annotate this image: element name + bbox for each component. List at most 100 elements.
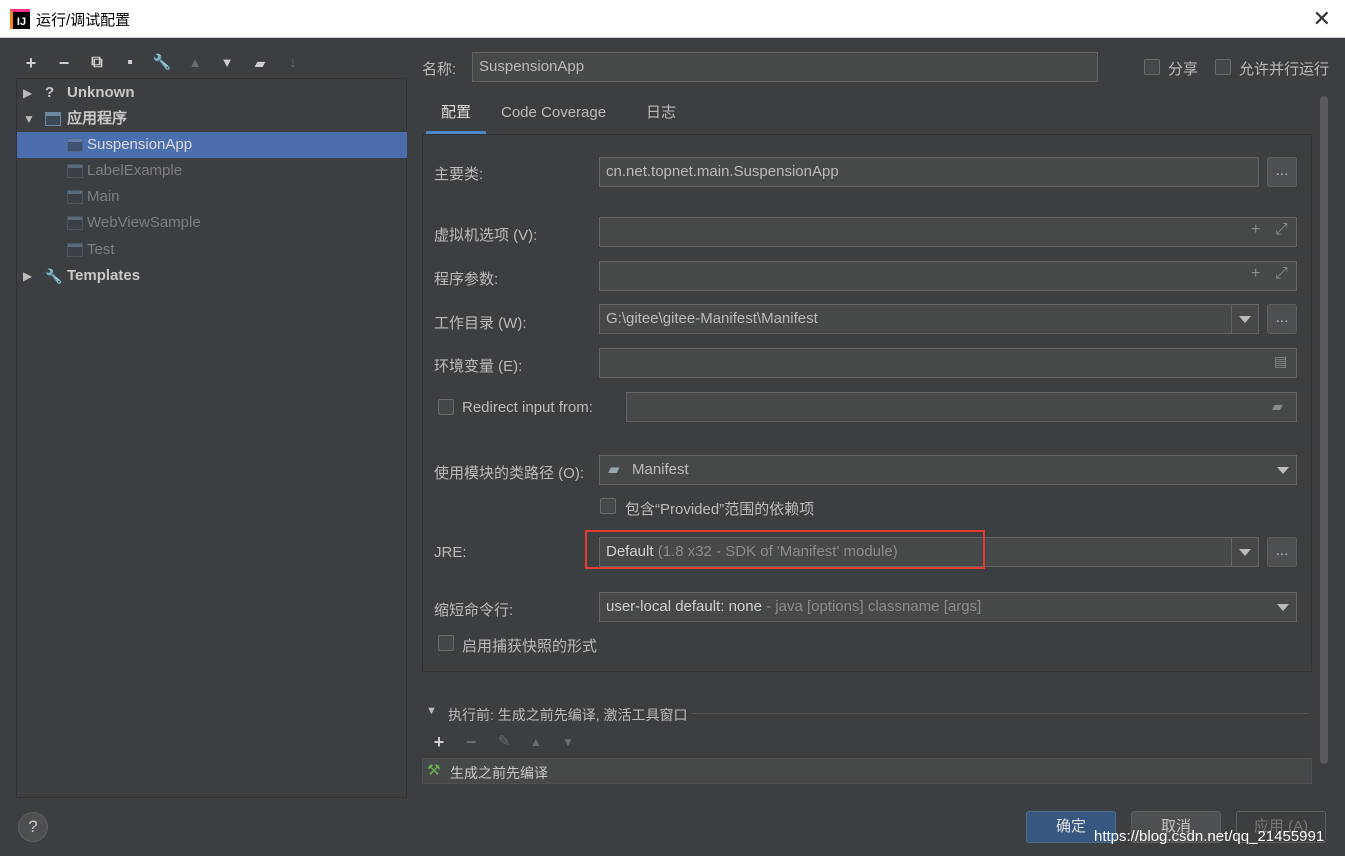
folder-icon[interactable]: ▰ [1272, 398, 1283, 415]
shorten-cmd-hint: - java [options] classname [args] [766, 598, 982, 615]
module-dropdown-icon[interactable] [1277, 467, 1289, 474]
add-config-icon[interactable]: + [20, 52, 42, 74]
tree-item-label: Main [87, 188, 120, 205]
tab-logs[interactable]: 日志 [646, 100, 676, 134]
expand-icon[interactable]: ⤢ [1275, 221, 1288, 239]
main-class-field[interactable]: cn.net.topnet.main.SuspensionApp [599, 157, 1259, 187]
plus-icon[interactable]: + [1251, 265, 1260, 283]
tree-node-templates[interactable]: ▶ 🔧 Templates [17, 263, 407, 289]
main-class-label: 主要类: [434, 166, 484, 183]
add-task-icon[interactable]: + [428, 731, 450, 753]
dropdown-separator [1231, 305, 1232, 333]
redirect-input-label: Redirect input from: [462, 399, 593, 416]
edit-task-icon[interactable]: ✎ [493, 731, 515, 753]
scrollbar[interactable] [1320, 96, 1328, 764]
highlight-box [585, 530, 985, 569]
browse-jre-button[interactable]: ... [1267, 537, 1297, 567]
before-launch-list[interactable]: ⚒ 生成之前先编译 [422, 758, 1312, 784]
vm-options-label: 虚拟机选项 (V): [434, 227, 538, 244]
save-config-icon[interactable]: ▪ [119, 52, 141, 74]
tab-code-coverage[interactable]: Code Coverage [501, 100, 606, 134]
working-dir-label: 工作目录 (W): [434, 315, 527, 332]
jre-dropdown-icon[interactable] [1239, 549, 1251, 556]
module-classpath-label: 使用模块的类路径 (O): [434, 465, 584, 482]
vm-options-field[interactable] [599, 217, 1297, 247]
env-vars-field[interactable] [599, 348, 1297, 378]
remove-task-icon[interactable]: − [460, 731, 482, 753]
program-args-field[interactable] [599, 261, 1297, 291]
tree-node-unknown[interactable]: ▶ ? Unknown [17, 80, 407, 106]
plus-icon[interactable]: + [1251, 221, 1260, 239]
tree-item-suspensionapp[interactable]: SuspensionApp [17, 132, 407, 158]
working-dir-field[interactable]: G:\gitee\gitee-Manifest\Manifest [599, 304, 1259, 334]
redirect-input-field[interactable] [626, 392, 1297, 422]
tree-item-labelexample[interactable]: LabelExample [17, 158, 407, 184]
app-config-icon [67, 164, 83, 178]
app-config-icon [67, 138, 83, 152]
application-icon [45, 112, 61, 126]
redirect-input-checkbox[interactable] [438, 399, 454, 415]
browse-working-dir-button[interactable]: ... [1267, 304, 1297, 334]
move-task-up-icon[interactable]: ▲ [525, 731, 547, 753]
intellij-app-icon: IJ [10, 9, 30, 29]
app-config-icon [67, 190, 83, 204]
remove-config-icon[interactable]: − [53, 52, 75, 74]
snapshot-label: 启用捕获快照的形式 [462, 638, 598, 655]
close-icon[interactable]: ✕ [1313, 6, 1331, 32]
title-bar: IJ 运行/调试配置 ✕ [0, 0, 1345, 38]
name-label: 名称: [422, 61, 457, 78]
hammer-icon: ⚒ [427, 762, 441, 779]
program-args-label: 程序参数: [434, 271, 499, 288]
expand-icon[interactable]: ⤢ [1275, 265, 1288, 283]
tree-label-templates: Templates [67, 267, 141, 284]
allow-parallel-checkbox[interactable] [1215, 59, 1231, 75]
allow-parallel-label: 允许并行运行 [1239, 61, 1330, 78]
document-icon[interactable]: ▤ [1274, 353, 1287, 370]
tree-item-test[interactable]: Test [17, 237, 407, 263]
help-button[interactable]: ? [18, 812, 48, 842]
move-up-icon[interactable]: ▲ [184, 52, 206, 74]
new-folder-icon[interactable]: ▰ [249, 52, 271, 74]
list-item: 生成之前先编译 [450, 765, 548, 781]
tab-configuration[interactable]: 配置 [426, 100, 486, 134]
config-tree[interactable]: ▶ ? Unknown ▼ 应用程序 SuspensionApp LabelEx… [16, 78, 407, 798]
divider [692, 713, 1308, 714]
tree-label-application: 应用程序 [67, 110, 128, 127]
tree-item-label: Test [87, 241, 115, 258]
snapshot-checkbox[interactable] [438, 635, 454, 651]
before-launch-title: 执行前: 生成之前先编译, 激活工具窗口 [448, 707, 688, 723]
shorten-cmd-label: 缩短命令行: [434, 602, 514, 619]
before-launch-collapse-icon[interactable]: ▼ [426, 705, 437, 717]
shorten-cmd-value: user-local default: none [606, 598, 762, 615]
window-title: 运行/调试配置 [36, 12, 131, 29]
share-checkbox[interactable] [1144, 59, 1160, 75]
shorten-cmd-dropdown-icon[interactable] [1277, 604, 1289, 611]
env-vars-label: 环境变量 (E): [434, 358, 523, 375]
dropdown-separator [1231, 538, 1232, 566]
tree-item-main[interactable]: Main [17, 184, 407, 210]
tree-node-application[interactable]: ▼ 应用程序 [17, 106, 407, 132]
app-config-icon [67, 243, 83, 257]
app-config-icon [67, 216, 83, 230]
move-task-down-icon[interactable]: ▼ [557, 731, 579, 753]
expand-arrow-icon[interactable]: ▶ [23, 80, 35, 106]
wrench-icon[interactable]: 🔧 [151, 52, 173, 74]
working-dir-dropdown-icon[interactable] [1239, 316, 1251, 323]
collapse-arrow-icon[interactable]: ▼ [23, 106, 35, 132]
module-classpath-select[interactable]: Manifest [599, 455, 1297, 485]
watermark-text: https://blog.csdn.net/qq_21455991 [1094, 828, 1325, 845]
sort-icon[interactable]: ↓ [282, 52, 304, 74]
move-down-icon[interactable]: ▼ [216, 52, 238, 74]
tree-item-label: SuspensionApp [87, 136, 193, 153]
include-provided-checkbox[interactable] [600, 498, 616, 514]
tree-item-label: WebViewSample [87, 214, 201, 231]
share-label: 分享 [1168, 61, 1199, 78]
tree-label-unknown: Unknown [67, 84, 135, 101]
name-field[interactable]: SuspensionApp [472, 52, 1098, 82]
wrench-icon: 🔧 [45, 268, 63, 284]
expand-arrow-icon[interactable]: ▶ [23, 263, 35, 289]
tree-item-webviewsample[interactable]: WebViewSample [17, 210, 407, 236]
browse-main-class-button[interactable]: ... [1267, 157, 1297, 187]
shorten-cmd-select[interactable]: user-local default: none - java [options… [599, 592, 1297, 622]
copy-config-icon[interactable]: ⧉ [86, 52, 108, 74]
